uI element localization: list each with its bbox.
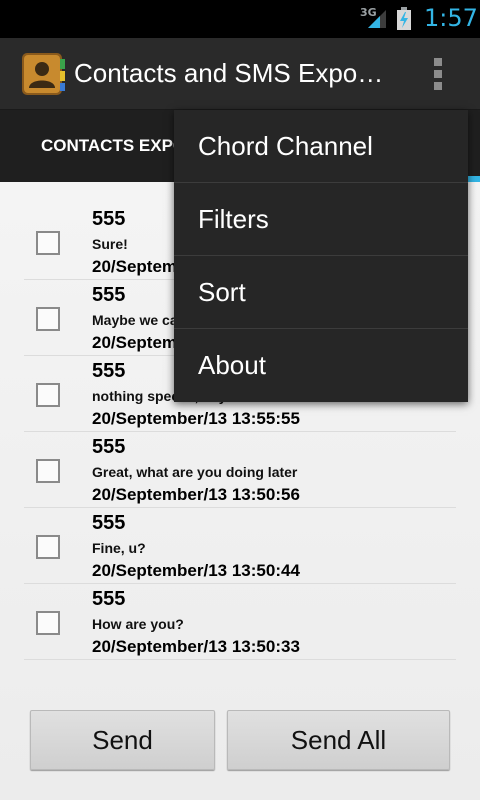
send-all-button[interactable]: Send All (227, 710, 450, 770)
sender: 555 (92, 588, 126, 610)
app-title: Contacts and SMS Expo… (74, 58, 384, 88)
action-bar: Contacts and SMS Expo… (0, 38, 480, 110)
battery-charging-icon (397, 7, 411, 30)
message-date: 20/September/13 13:55:55 (92, 409, 300, 428)
message-text: Great, what are you doing later (92, 464, 298, 480)
menu-item-chord-channel[interactable]: Chord Channel (174, 110, 468, 183)
contacts-book-icon[interactable] (20, 51, 66, 97)
select-checkbox[interactable] (36, 231, 60, 255)
list-item[interactable]: 555 Great, what are you doing later 20/S… (24, 432, 456, 508)
menu-item-about[interactable]: About (174, 329, 468, 402)
list-item[interactable]: 555 Fine, u? 20/September/13 13:50:44 (24, 508, 456, 584)
select-checkbox[interactable] (36, 611, 60, 635)
overflow-menu: Chord Channel Filters Sort About (174, 110, 468, 402)
message-date: 20/Septem (92, 333, 178, 352)
select-checkbox[interactable] (36, 459, 60, 483)
select-checkbox[interactable] (36, 383, 60, 407)
sender: 555 (92, 436, 126, 458)
list-item[interactable]: 555 How are you? 20/September/13 13:50:3… (24, 584, 456, 660)
message-date: 20/Septem (92, 257, 178, 276)
menu-item-filters[interactable]: Filters (174, 183, 468, 256)
menu-item-sort[interactable]: Sort (174, 256, 468, 329)
message-text: How are you? (92, 616, 184, 632)
message-date: 20/September/13 13:50:33 (92, 637, 300, 656)
message-text: Sure! (92, 236, 128, 252)
message-date: 20/September/13 13:50:56 (92, 485, 300, 504)
status-bar: 3G 1:57 (0, 0, 480, 38)
sender: 555 (92, 284, 126, 306)
select-checkbox[interactable] (36, 535, 60, 559)
message-date: 20/September/13 13:50:44 (92, 561, 300, 580)
send-button[interactable]: Send (30, 710, 215, 770)
clock: 1:57 (424, 4, 478, 32)
message-text: Fine, u? (92, 540, 146, 556)
sender: 555 (92, 360, 126, 382)
sender: 555 (92, 512, 126, 534)
tab-contacts-export[interactable]: CONTACTS EXPO (41, 110, 186, 182)
message-text: Maybe we ca (92, 312, 178, 328)
signal-icon (368, 10, 386, 28)
overflow-menu-icon[interactable] (432, 58, 444, 92)
sender: 555 (92, 208, 126, 230)
select-checkbox[interactable] (36, 307, 60, 331)
